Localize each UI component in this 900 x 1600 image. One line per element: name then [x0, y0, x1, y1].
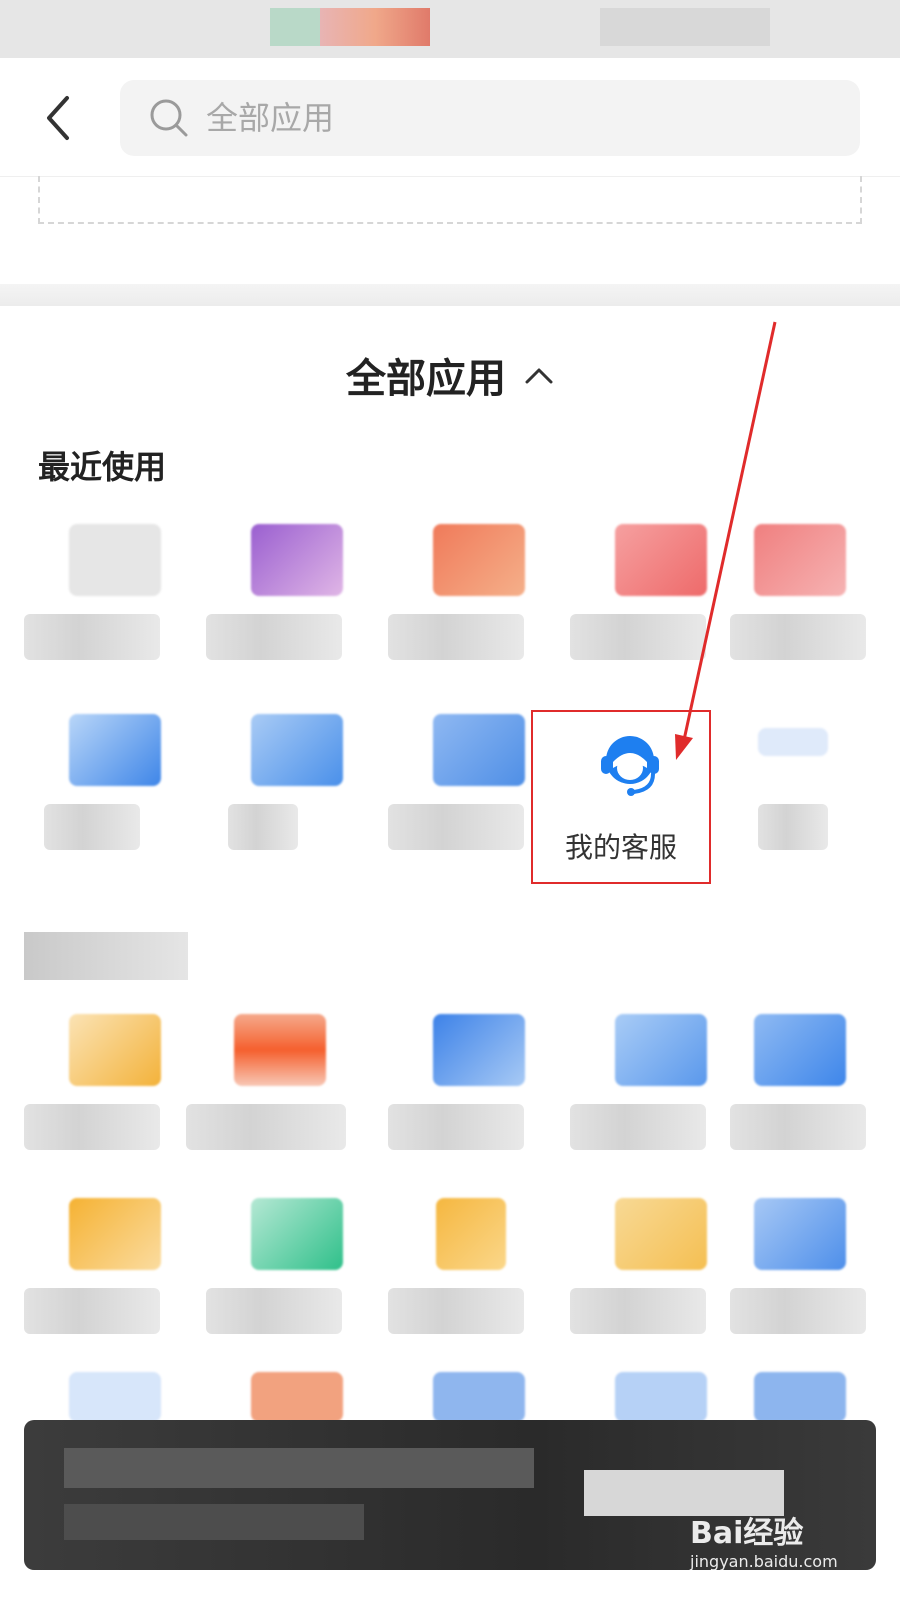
app-label-blurred: [388, 1288, 524, 1334]
app-label-blurred: [186, 1104, 346, 1150]
app-icon-blurred: [758, 728, 828, 756]
app-tile[interactable]: [24, 700, 204, 870]
app-icon-blurred: [69, 1198, 161, 1270]
back-button[interactable]: [34, 88, 82, 148]
app-tile[interactable]: [206, 510, 386, 680]
app-row: [0, 1184, 900, 1354]
watermark-sub: jingyan.baidu.com: [690, 1552, 838, 1571]
recent-label: 最近使用: [38, 448, 167, 486]
my-customer-service-tile[interactable]: 我的客服: [531, 710, 711, 884]
app-tile[interactable]: [388, 1000, 568, 1170]
app-icon-blurred: [754, 1372, 846, 1422]
app-label-blurred: [570, 1104, 706, 1150]
banner-text-blurred: [64, 1504, 364, 1540]
group-label-blurred: [24, 932, 188, 980]
app-label-blurred: [44, 804, 140, 850]
section-divider: [0, 284, 900, 306]
status-blur: [270, 8, 320, 46]
app-label-blurred: [388, 1104, 524, 1150]
app-icon-blurred: [615, 1198, 707, 1270]
app-tile[interactable]: [24, 510, 204, 680]
app-tile[interactable]: [206, 1184, 386, 1354]
app-icon-blurred: [69, 1372, 161, 1422]
app-label-blurred: [730, 1104, 866, 1150]
app-icon-blurred: [436, 1198, 506, 1270]
app-icon-blurred: [251, 1372, 343, 1422]
chevron-left-icon: [47, 96, 69, 140]
app-tile[interactable]: [750, 700, 900, 870]
dashed-drop-area: [38, 176, 862, 224]
app-tile[interactable]: [186, 1000, 366, 1170]
app-icon-blurred: [615, 1014, 707, 1086]
app-row: [0, 1000, 900, 1170]
app-label-blurred: [388, 804, 524, 850]
app-tile[interactable]: [24, 1184, 204, 1354]
app-icon-blurred: [69, 714, 161, 786]
search-input[interactable]: [204, 98, 768, 138]
app-icon-blurred: [251, 714, 343, 786]
search-box[interactable]: [120, 80, 860, 156]
app-tile[interactable]: [570, 1184, 750, 1354]
status-blur: [320, 8, 430, 46]
chevron-up-icon: [525, 368, 553, 384]
app-icon-blurred: [615, 524, 707, 596]
app-icon-blurred: [433, 524, 525, 596]
watermark-main: Bai经验: [690, 1516, 804, 1551]
app-tile[interactable]: [730, 510, 900, 680]
app-label-blurred: [570, 614, 706, 660]
customer-service-headset-icon: [601, 736, 659, 796]
app-tile[interactable]: [24, 1000, 204, 1170]
app-icon-blurred: [433, 714, 525, 786]
app-icon-blurred: [69, 524, 161, 596]
app-icon-blurred: [251, 1198, 343, 1270]
app-label-blurred: [206, 1288, 342, 1334]
app-tile[interactable]: [206, 700, 386, 870]
app-tile[interactable]: [730, 1184, 900, 1354]
app-label-blurred: [570, 1288, 706, 1334]
app-icon-blurred: [754, 524, 846, 596]
app-icon-blurred: [754, 1014, 846, 1086]
app-tile[interactable]: [388, 510, 568, 680]
header: [0, 58, 900, 177]
app-label-blurred: [24, 614, 160, 660]
app-tile[interactable]: [388, 1184, 568, 1354]
app-label-blurred: [730, 614, 866, 660]
app-tile[interactable]: [730, 1000, 900, 1170]
app-row: [0, 700, 900, 870]
status-bar: [0, 0, 900, 58]
app-tile[interactable]: [570, 1000, 750, 1170]
app-icon-blurred: [433, 1014, 525, 1086]
app-label-blurred: [758, 804, 828, 850]
all-apps-header[interactable]: 全部应用: [0, 340, 900, 410]
banner-text-blurred: [64, 1448, 534, 1488]
my-customer-service-label: 我的客服: [564, 831, 677, 864]
app-label-blurred: [24, 1104, 160, 1150]
app-icon-blurred: [234, 1014, 326, 1086]
all-apps-title: 全部应用: [346, 356, 506, 402]
status-blur: [600, 8, 770, 46]
app-icon-blurred: [433, 1372, 525, 1422]
app-icon-blurred: [615, 1372, 707, 1422]
app-label-blurred: [24, 1288, 160, 1334]
app-icon-blurred: [69, 1014, 161, 1086]
baidu-jingyan-watermark: Bai经验 jingyan.baidu.com: [690, 1508, 890, 1588]
app-tile[interactable]: [570, 510, 750, 680]
app-label-blurred: [206, 614, 342, 660]
app-label-blurred: [228, 804, 298, 850]
app-row: [0, 510, 900, 680]
search-icon: [150, 99, 188, 137]
app-label-blurred: [730, 1288, 866, 1334]
app-label-blurred: [388, 614, 524, 660]
app-icon-blurred: [251, 524, 343, 596]
app-icon-blurred: [754, 1198, 846, 1270]
